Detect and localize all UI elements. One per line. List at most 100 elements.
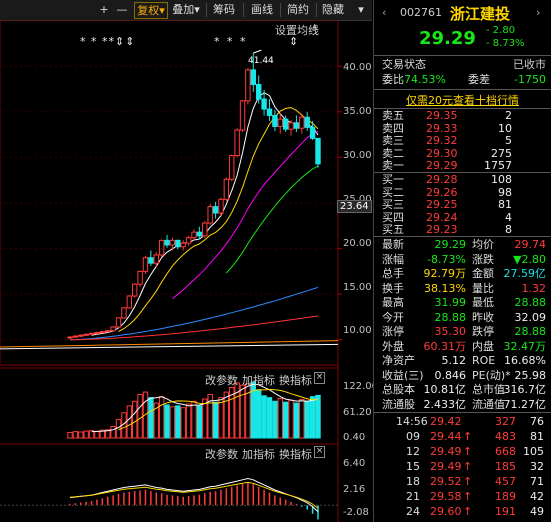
ask-label: 卖一 [382, 159, 404, 172]
candle-body [212, 206, 219, 214]
tick-volume: 185 [495, 460, 516, 473]
price-tick: 35.00 [343, 106, 372, 117]
high-price-label: 41.44 [248, 56, 274, 66]
bid-volume: 4 [505, 210, 512, 224]
volume-bar [126, 405, 133, 439]
vol-switch-indicator[interactable]: 换指标 [279, 372, 312, 388]
ask-row[interactable]: 卖一 29.29 1757 [374, 160, 551, 172]
bid-label: 买四 [382, 210, 404, 224]
macd-tick: 6.40 [343, 458, 366, 469]
ask-price: 29.33 [426, 121, 458, 135]
vol-add-indicator[interactable]: 加指标 [242, 372, 275, 388]
tick-count: 105 [523, 445, 544, 458]
status-row: 交易状态 已收市 [382, 58, 546, 71]
vol-modify-params[interactable]: 改参数 [205, 372, 238, 388]
fuquan-button[interactable]: 复权▾ [134, 2, 168, 19]
volume-bar [212, 401, 219, 439]
volume-bar [293, 402, 300, 439]
bid-price: 29.23 [426, 223, 458, 236]
ask-price: 29.35 [426, 109, 458, 122]
candle-body [207, 206, 213, 224]
ask-row[interactable]: 卖二 29.30 275 [374, 146, 551, 160]
close-icon[interactable]: × [314, 372, 325, 384]
candle-body [110, 326, 116, 332]
ma-line-20 [172, 130, 319, 300]
ask-row[interactable]: 卖五 29.35 2 [374, 110, 551, 122]
candle-body [126, 295, 133, 309]
candle-body [67, 336, 73, 339]
fuquan-label: 复权 [137, 4, 160, 17]
stat-value: 35.30 [434, 325, 467, 338]
price-change: - 2.80 [486, 25, 516, 36]
stock-name: 浙江建投 [450, 5, 511, 23]
price-tick: 40.00 [343, 62, 372, 73]
ask-row[interactable]: 卖四 29.33 10 [374, 121, 551, 135]
kline-chart-area[interactable]: 设置均线 ∧ * * **⇕⇕ * * * ⇕ 41.44 40.00 35.0… [0, 20, 378, 522]
ask-price: 29.32 [426, 134, 458, 147]
stat-row: 外盘 60.31万 内盘 32.47万 [374, 340, 551, 354]
tick-time: 12 [406, 445, 420, 458]
ask-volume: 275 [491, 146, 512, 160]
quote-panel: ‹ 002761 浙江建投 › 29.29 - 2.80 - 8.73% 交易状… [373, 0, 551, 522]
zoom-out-button[interactable]: — [114, 2, 130, 17]
bid-row[interactable]: 买三 29.25 81 [374, 199, 551, 211]
bid-row[interactable]: 买五 29.23 8 [374, 224, 551, 236]
tick-price: 29.44 [430, 430, 462, 443]
stat-value: 29.74 [514, 238, 547, 251]
stat-row: 最高 31.99 最低 28.88 [374, 296, 551, 310]
collapse-icon[interactable]: ‹ [382, 6, 386, 19]
more-menu-icon[interactable]: ▾ [352, 2, 370, 17]
tick-time: 21 [406, 490, 420, 503]
stat-value: 28.88 [514, 325, 547, 338]
bid-price: 29.26 [426, 185, 458, 199]
ask-row[interactable]: 卖三 29.32 5 [374, 135, 551, 147]
next-stock-icon[interactable]: › [536, 6, 540, 19]
stock-code: 002761 [400, 6, 442, 19]
huaxian-button[interactable]: 画线 [248, 2, 276, 17]
candle-body [288, 122, 294, 130]
stat-value: 31.99 [434, 296, 467, 309]
stat-value: 28.88 [434, 310, 467, 324]
stat-value: 16.68% [504, 354, 546, 367]
price-tick: 10.00 [343, 325, 372, 336]
macd-add-indicator[interactable]: 加指标 [242, 446, 275, 462]
chouma-button[interactable]: 筹码 [210, 2, 238, 17]
diejia-button[interactable]: 叠加▾ [170, 2, 202, 17]
stat-row: 涨幅 -8.73% 涨跌 ▼2.80 [374, 253, 551, 267]
macd-modify-params[interactable]: 改参数 [205, 446, 238, 462]
macd-switch-indicator[interactable]: 换指标 [279, 446, 312, 462]
zoom-in-button[interactable]: + [96, 2, 112, 17]
bid-row[interactable]: 买二 29.26 98 [374, 185, 551, 199]
stat-value: 1.32 [521, 281, 547, 295]
stat-row: 涨停 35.30 跌停 28.88 [374, 325, 551, 339]
stat-value: 71.27亿 [503, 397, 547, 411]
volume-bar [255, 389, 262, 439]
bid-price: 29.28 [426, 173, 458, 186]
diejia-label: 叠加 [172, 3, 195, 16]
tick-arrow: ↑ [463, 460, 473, 473]
vol-tick: 61.20 [343, 407, 372, 418]
price-tick: 30.00 [343, 150, 372, 161]
tick-arrow: ↑ [463, 445, 473, 458]
candle-body [83, 333, 89, 336]
promo-link[interactable]: 仅需20元查看十档行情 [406, 92, 519, 108]
stat-value: 2.433亿 [423, 397, 467, 411]
candle-body [277, 118, 283, 127]
signal-marker-right: ⇕ [289, 35, 299, 48]
volume-bar [72, 431, 79, 439]
tick-price: 29.49 [430, 460, 462, 473]
ask-label: 卖三 [382, 134, 404, 147]
yincang-button[interactable]: 隐藏 [318, 2, 348, 17]
volume-bar [191, 400, 197, 439]
ask-price: 29.30 [426, 146, 458, 160]
tick-volume: 327 [495, 415, 516, 428]
volume-bar [282, 401, 289, 439]
jianyue-button[interactable]: 简约 [284, 2, 312, 17]
stat-label: 跌停 [472, 325, 494, 338]
bid-row[interactable]: 买一 29.28 108 [374, 174, 551, 186]
close-icon[interactable]: × [314, 446, 325, 458]
chevron-up-icon[interactable]: ∧ [311, 22, 318, 33]
bid-volume: 98 [498, 185, 512, 199]
candle-body [261, 98, 267, 110]
bid-row[interactable]: 买四 29.24 4 [374, 210, 551, 224]
